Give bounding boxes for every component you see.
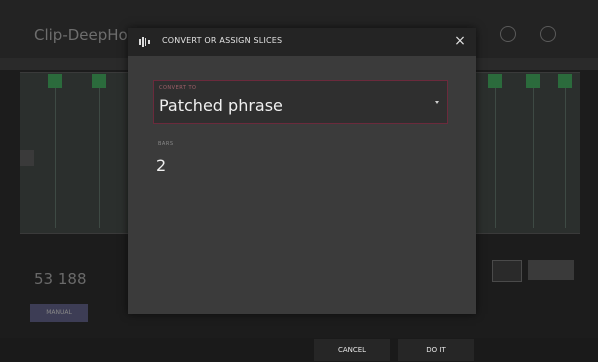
slices-icon [139, 37, 150, 47]
slice-marker [526, 74, 540, 88]
slice-line [533, 88, 534, 228]
dialog-title: CONVERT OR ASSIGN SLICES [162, 36, 283, 45]
value-readout: 53 188 [34, 270, 87, 288]
convert-to-value: Patched phrase [159, 96, 283, 115]
cancel-button[interactable]: CANCEL [314, 339, 390, 361]
chevron-down-icon [435, 101, 439, 104]
slice-line [55, 88, 56, 228]
close-icon[interactable]: × [452, 32, 468, 50]
convert-dialog: CONVERT OR ASSIGN SLICES × CONVERT TO Pa… [128, 28, 476, 314]
slice-marker [488, 74, 502, 88]
search-icon [500, 26, 516, 42]
slice-line [99, 88, 100, 228]
edit-button [528, 260, 574, 280]
slice-marker [558, 74, 572, 88]
convert-to-dropdown[interactable]: CONVERT TO Patched phrase [153, 80, 448, 124]
dialog-header: CONVERT OR ASSIGN SLICES × [128, 28, 476, 56]
slice-marker [48, 74, 62, 88]
pad-icon [492, 260, 522, 282]
slice-line [495, 88, 496, 228]
do-it-button[interactable]: DO IT [398, 339, 474, 361]
manual-button: MANUAL [30, 304, 88, 322]
convert-to-label: CONVERT TO [159, 85, 197, 91]
action-bar [0, 338, 598, 362]
slice-marker [92, 74, 106, 88]
slice-line [565, 88, 566, 228]
gear-icon [540, 26, 556, 42]
side-button [20, 150, 34, 166]
bars-label: BARS [158, 141, 174, 147]
bars-field[interactable]: 2 [156, 156, 166, 175]
